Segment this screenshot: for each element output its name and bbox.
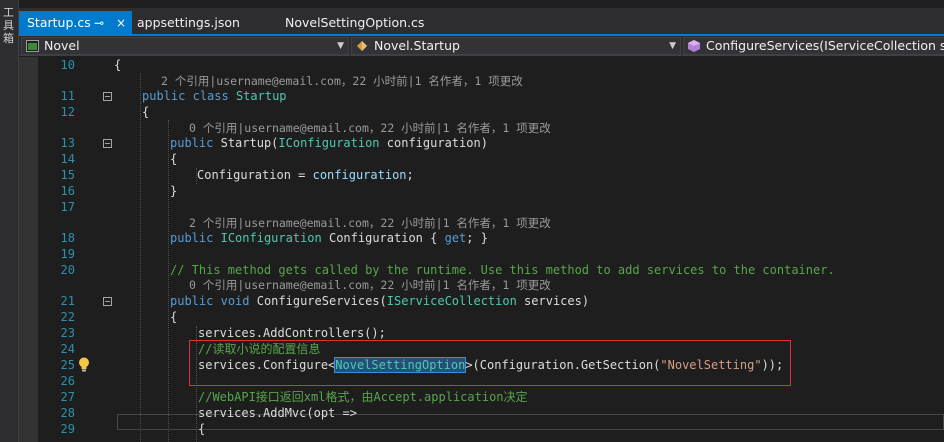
code-text: { [114, 58, 122, 72]
toolbox-label[interactable]: 工具箱 [3, 6, 16, 45]
code-line: 29 { [19, 421, 944, 437]
line-number: 27 [60, 390, 75, 404]
class-icon [357, 41, 367, 51]
tab-startup-cs[interactable]: Startup.cs ⊸ × [19, 11, 132, 35]
line-number: 12 [60, 105, 75, 119]
line-number: 15 [60, 168, 75, 182]
method-icon [688, 40, 700, 52]
code-line: 11 public class Startup [19, 88, 944, 104]
line-number: 23 [60, 326, 75, 340]
line-number: 25 [60, 358, 75, 372]
code-line: 28 services.AddMvc(opt => [19, 405, 944, 421]
code-comment: //WebAPI接口返回xml格式，由Accept.application决定 [198, 390, 528, 404]
chevron-down-icon: ▼ [337, 41, 344, 51]
code-line: 17 [19, 199, 944, 215]
class-dropdown[interactable]: Novel.Startup ▼ [351, 37, 681, 55]
code-line: 20 // This method gets called by the run… [19, 262, 944, 278]
code-text: { [170, 310, 178, 324]
line-number: 20 [60, 263, 75, 277]
line-number: 22 [60, 310, 75, 324]
code-line: 15 Configuration = configuration; [19, 167, 944, 183]
code-line: 27 //WebAPI接口返回xml格式，由Accept.application… [19, 389, 944, 405]
tab-novelsettingoption-cs[interactable]: NovelSettingOption.cs [277, 11, 447, 35]
codelens-configure-services[interactable]: 0 个引用|username@email.com，22 小时前|1 名作者，1 … [189, 278, 551, 293]
codelens-startup-ctor[interactable]: 0 个引用|username@email.com，22 小时前|1 名作者，1 … [189, 121, 551, 136]
line-number: 10 [60, 58, 75, 72]
code-text: public void ConfigureServices(IServiceCo… [170, 294, 590, 308]
line-number: 19 [60, 247, 75, 261]
line-number: 18 [60, 231, 75, 245]
code-comment: // This method gets called by the runtim… [170, 263, 835, 277]
member-name: ConfigureServices(IServiceCollection ser… [706, 38, 944, 53]
code-text: public class Startup [142, 89, 287, 103]
tab-label: Startup.cs [27, 15, 91, 30]
chevron-down-icon: ▼ [669, 41, 676, 51]
code-text: } [170, 184, 178, 198]
csharp-project-icon [26, 40, 39, 52]
code-text: public Startup(IConfiguration configurat… [170, 136, 488, 150]
class-name: Novel.Startup [374, 38, 460, 53]
tab-appsettings-json[interactable]: appsettings.json [129, 11, 279, 35]
code-text: Configuration = configuration; [197, 168, 414, 182]
line-number: 17 [60, 200, 75, 214]
codelens-startup-class[interactable]: 2 个引用|username@email.com，22 小时前|1 名作者，1 … [161, 74, 523, 89]
document-tab-bar: Startup.cs ⊸ × appsettings.json NovelSet… [19, 8, 944, 35]
code-line: 12 { [19, 104, 944, 120]
code-text: services.AddControllers(); [198, 326, 386, 340]
line-number: 24 [60, 342, 75, 356]
close-icon[interactable]: × [116, 11, 126, 35]
code-text: { [198, 422, 206, 436]
code-line: 19 [19, 246, 944, 262]
line-number: 26 [60, 374, 75, 388]
line-number: 21 [60, 294, 75, 308]
code-line: 23 services.AddControllers(); [19, 325, 944, 341]
tab-label: appsettings.json [137, 15, 240, 30]
code-line: 18 public IConfiguration Configuration {… [19, 230, 944, 246]
code-text: public IConfiguration Configuration { ge… [170, 231, 488, 245]
navigation-bar: Novel ▼ Novel.Startup ▼ ConfigureService… [19, 36, 944, 56]
line-number: 13 [60, 136, 75, 150]
code-text: services.AddMvc(opt => [198, 406, 357, 420]
pin-icon[interactable]: ⊸ [94, 11, 104, 35]
member-dropdown[interactable]: ConfigureServices(IServiceCollection ser… [683, 37, 944, 55]
code-line: 21 public void ConfigureServices(IServic… [19, 293, 944, 309]
codelens-configuration-prop[interactable]: 2 个引用|username@email.com，22 小时前|1 名作者，1 … [189, 216, 551, 231]
line-number: 14 [60, 152, 75, 166]
code-line: 14 { [19, 151, 944, 167]
lightbulb-icon[interactable] [78, 357, 90, 372]
code-line: 16 } [19, 183, 944, 199]
code-text: { [142, 105, 150, 119]
project-name: Novel [44, 38, 80, 53]
line-number: 29 [60, 422, 75, 436]
tab-label: NovelSettingOption.cs [285, 15, 425, 30]
code-text: { [170, 152, 178, 166]
line-number: 11 [60, 89, 75, 103]
project-dropdown[interactable]: Novel ▼ [21, 37, 349, 55]
line-number: 28 [60, 406, 75, 420]
toolbox-strip[interactable]: 工具箱 [0, 0, 19, 442]
line-number: 16 [60, 184, 75, 198]
code-line: 13 public Startup(IConfiguration configu… [19, 135, 944, 151]
code-line: 22 { [19, 309, 944, 325]
annotation-highlight-box [189, 340, 791, 386]
code-line: 10 { [19, 57, 944, 73]
